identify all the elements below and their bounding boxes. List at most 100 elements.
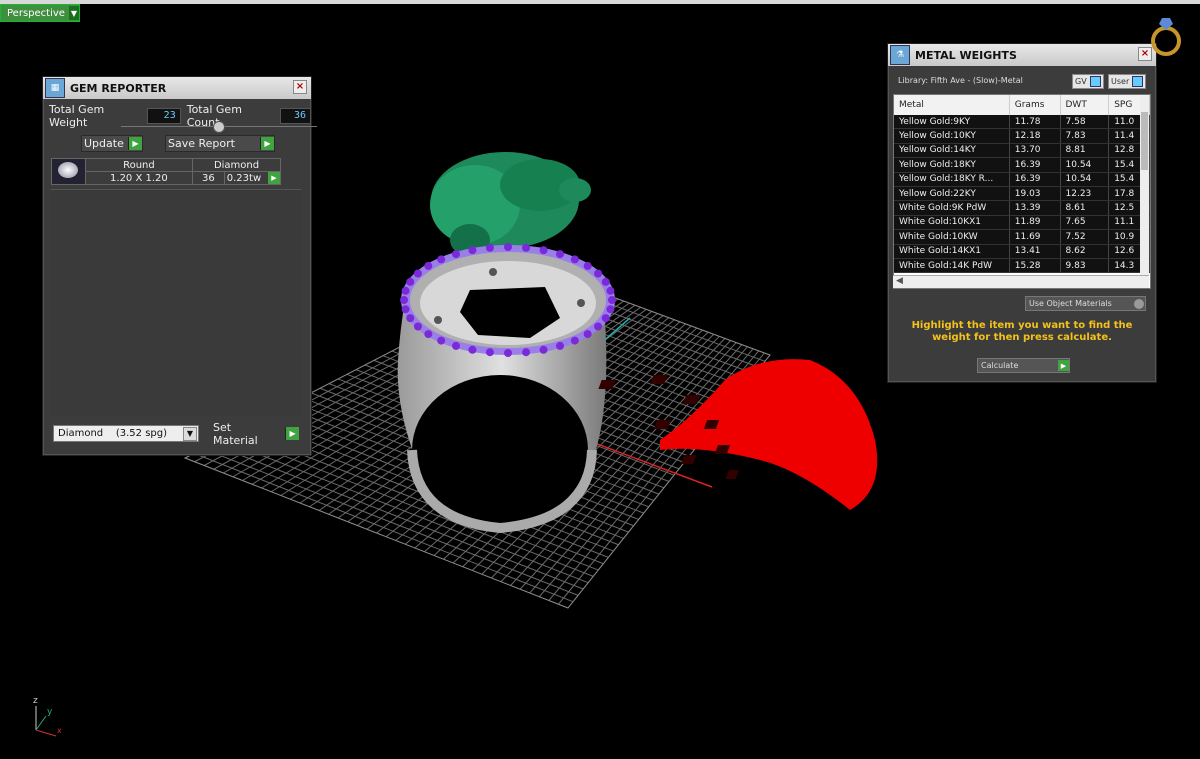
table-row[interactable]: White Gold:14KX1 13.41 8.62 12.6 (894, 244, 1150, 259)
column-header[interactable]: DWT (1060, 95, 1110, 115)
update-button[interactable]: Update ▶ (81, 135, 143, 152)
gem-bead (400, 296, 408, 304)
use-object-materials-toggle[interactable]: Use Object Materials (1025, 296, 1146, 311)
play-icon: ▶ (128, 137, 142, 150)
table-row[interactable]: White Gold:14K PdW 15.28 9.83 14.3 (894, 258, 1150, 274)
table-cell: White Gold:10KW (894, 229, 1010, 245)
table-row[interactable]: White Gold:10KX1 11.89 7.65 11.1 (894, 215, 1150, 231)
axis-gizmo: z y x (28, 696, 68, 738)
gem-bead (522, 348, 531, 357)
table-cell: White Gold:9K PdW (894, 200, 1010, 216)
gem-bead (406, 314, 415, 323)
gem-bead (522, 243, 531, 252)
close-icon[interactable]: × (293, 80, 307, 94)
table-cell: 19.03 (1009, 186, 1061, 202)
metal-weights-titlebar[interactable]: ⚗ METAL WEIGHTS × (888, 44, 1156, 66)
material-select-value: Diamond (3.52 spg) (58, 428, 168, 439)
gem-weight-value: 0.23tw (226, 172, 262, 184)
save-report-button[interactable]: Save Report ▶ (165, 135, 275, 152)
chevron-down-icon[interactable]: ▼ (68, 6, 79, 20)
gem-bead (504, 243, 512, 251)
chevron-left-icon[interactable]: ◀ (893, 276, 903, 286)
user-toggle[interactable]: User (1108, 74, 1147, 89)
table-row[interactable]: Yellow Gold:18KY R... 16.39 10.54 15.4 (894, 172, 1150, 187)
panel-title: GEM REPORTER (70, 81, 167, 95)
gem-bead (556, 250, 564, 259)
table-cell: 7.83 (1060, 128, 1110, 144)
gem-bead (452, 250, 460, 259)
gem-reporter-panel: ▦ GEM REPORTER × Total Gem Weight 23 Tot… (42, 76, 317, 456)
horizontal-scrollbar[interactable]: ◀ (893, 275, 1149, 288)
gem-bead (556, 341, 564, 350)
table-row[interactable]: Yellow Gold:9KY 11.78 7.58 11.0 (894, 115, 1150, 130)
gem-bead (406, 277, 415, 286)
table-row[interactable]: White Gold:9K PdW 13.39 8.61 12.5 (894, 200, 1150, 216)
table-cell: 12.23 (1060, 186, 1110, 202)
scroll-thumb[interactable] (1141, 112, 1148, 170)
metal-weights-panel: ⚗ METAL WEIGHTS × Library: Fifth Ave - (… (887, 43, 1157, 383)
material-select[interactable]: Diamond (3.52 spg) ▼ (53, 425, 199, 442)
title-strip (0, 0, 1200, 4)
user-label: User (1111, 77, 1130, 86)
library-label: Library: Fifth Ave - (Slow)-Metal (898, 76, 1023, 85)
gem-thumbnail[interactable] (51, 158, 86, 185)
table-row[interactable]: Yellow Gold:14KY 13.70 8.81 12.8 (894, 143, 1150, 159)
table-cell: Yellow Gold:18KY R... (894, 172, 1010, 187)
gem-bead (601, 277, 610, 286)
column-header[interactable]: Metal (894, 95, 1010, 115)
table-row[interactable]: Yellow Gold:22KY 19.03 12.23 17.8 (894, 186, 1150, 202)
vertical-scrollbar[interactable] (1140, 96, 1149, 275)
gem-bead (594, 269, 603, 278)
gem-bead (570, 255, 579, 264)
gem-table: Round Diamond 1.20 X 1.20 36 0.23tw ▶ (51, 158, 282, 185)
table-cell: 13.70 (1009, 143, 1061, 159)
set-material-button[interactable]: Set Material ▶ (213, 421, 299, 447)
gem-bead (413, 322, 422, 331)
table-row[interactable]: White Gold:10KW 11.69 7.52 10.9 (894, 229, 1150, 245)
flask-icon: ⚗ (890, 45, 910, 65)
axis-z-label: z (33, 696, 38, 706)
gem-report-icon: ▦ (45, 78, 65, 98)
table-cell: 10.54 (1060, 157, 1110, 173)
gem-bead (601, 314, 610, 323)
table-cell: 8.62 (1060, 244, 1110, 259)
total-gem-weight-field[interactable]: 23 (147, 108, 181, 124)
toggle-icon (1089, 76, 1101, 87)
column-header[interactable]: Grams (1009, 95, 1061, 115)
play-icon[interactable]: ▶ (268, 172, 280, 184)
table-cell: Yellow Gold:22KY (894, 186, 1010, 202)
use-object-label: Use Object Materials (1029, 299, 1112, 308)
table-row[interactable]: Yellow Gold:18KY 16.39 10.54 15.4 (894, 157, 1150, 173)
table-cell: White Gold:14KX1 (894, 244, 1010, 259)
slider-handle[interactable] (213, 121, 225, 133)
table-cell: 12.18 (1009, 128, 1061, 144)
play-icon: ▶ (1058, 360, 1069, 371)
table-cell: 8.81 (1060, 143, 1110, 159)
gem-reporter-titlebar[interactable]: ▦ GEM REPORTER × (43, 77, 311, 99)
gem-bead (401, 286, 410, 295)
table-cell: 10.54 (1060, 172, 1110, 187)
total-gem-count-field[interactable]: 36 (279, 108, 311, 124)
gem-bead (606, 305, 615, 314)
table-cell: Yellow Gold:18KY (894, 157, 1010, 173)
table-cell: 16.39 (1009, 172, 1061, 187)
play-icon: ▶ (260, 137, 274, 150)
table-cell: 7.52 (1060, 229, 1110, 245)
table-cell: 15.28 (1009, 258, 1061, 274)
view-selector[interactable]: Perspective ▼ (0, 4, 80, 22)
table-row[interactable]: 1.20 X 1.20 36 0.23tw ▶ (52, 171, 282, 185)
calculate-button[interactable]: Calculate ▶ (977, 358, 1070, 373)
metal-table: Metal Grams DWT SPG Yellow Gold:9KY 11.78 7.5… (893, 94, 1151, 289)
green-figure (430, 152, 591, 256)
play-icon: ▶ (285, 427, 299, 440)
gem-bead (468, 345, 477, 354)
gem-bead (608, 296, 616, 304)
table-cell: White Gold:10KX1 (894, 215, 1010, 231)
gem-bead (437, 255, 446, 264)
gem-count-cell: 36 (192, 171, 225, 185)
table-cell: 11.89 (1009, 215, 1061, 231)
gem-bead (401, 305, 410, 314)
instruction-text: Highlight the item you want to find the … (911, 320, 1133, 343)
table-row[interactable]: Yellow Gold:10KY 12.18 7.83 11.4 (894, 128, 1150, 144)
gv-toggle[interactable]: GV (1072, 74, 1104, 89)
